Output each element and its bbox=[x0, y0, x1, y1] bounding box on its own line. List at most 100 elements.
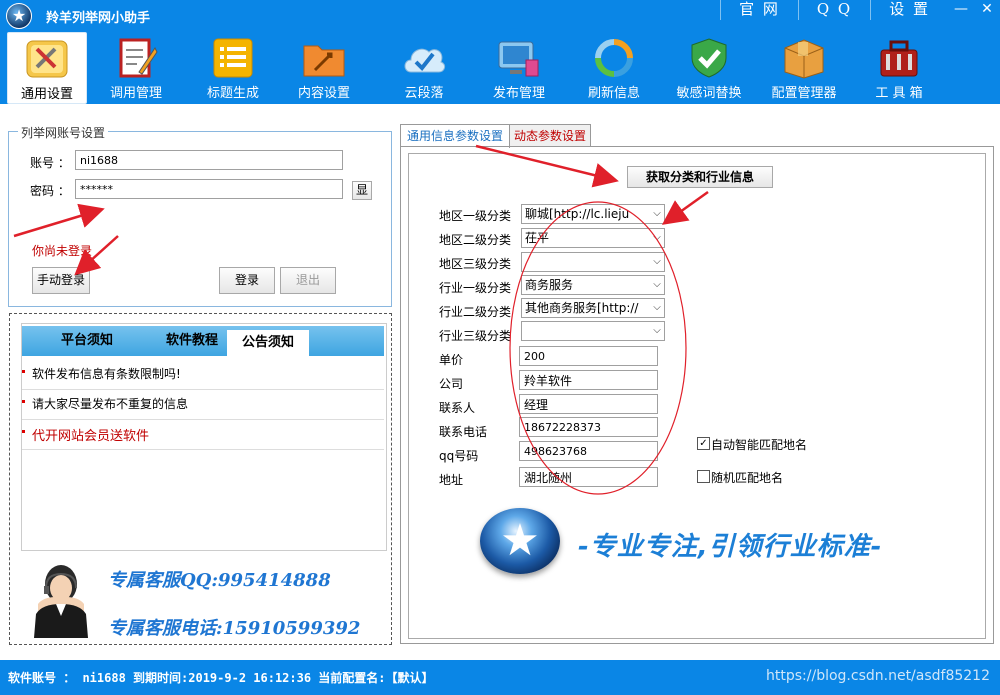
address-input[interactable]: 湖北随州 bbox=[519, 467, 658, 487]
qq-input[interactable]: 498623768 bbox=[519, 441, 658, 461]
main-toolbar: 通用设置 调用管理 标题生成 内容设置 云段落 发布管理 刷新信息 敏感词替换 … bbox=[0, 30, 1000, 104]
login-button[interactable]: 登录 bbox=[219, 267, 275, 294]
tool-title-generate[interactable]: 标题生成 bbox=[194, 32, 272, 102]
logout-button[interactable]: 退出 bbox=[280, 267, 336, 294]
industry-level1-select[interactable]: 商务服务 ⌵ bbox=[521, 275, 665, 295]
tool-sensitive-words[interactable]: 敏感词替换 bbox=[670, 32, 748, 102]
service-phone: 专属客服电话:15910599392 bbox=[108, 618, 361, 639]
field-label: 公司 bbox=[439, 377, 464, 391]
tool-label: 配置管理器 bbox=[771, 86, 837, 101]
random-match-checkbox[interactable] bbox=[697, 470, 710, 483]
industry-level3-select[interactable]: ⌵ bbox=[521, 321, 665, 341]
slogan: -专业专注,引领行业标准- bbox=[578, 532, 883, 562]
region-level1-select[interactable]: 聊城[http://lc.lieju ⌵ bbox=[521, 204, 665, 224]
phone-input[interactable]: 18672228373 bbox=[519, 417, 658, 437]
tab-announcement[interactable]: 公告须知 bbox=[227, 330, 309, 358]
tab-platform-notice[interactable]: 平台须知 bbox=[32, 328, 142, 354]
tab-general-params[interactable]: 通用信息参数设置 bbox=[400, 124, 510, 148]
login-status: 你尚未登录 bbox=[32, 244, 93, 258]
tools-icon bbox=[24, 37, 70, 81]
tool-config-manager[interactable]: 配置管理器 bbox=[765, 32, 843, 102]
minimize-button[interactable]: — bbox=[948, 0, 974, 20]
star-icon: ★ bbox=[11, 6, 27, 25]
show-password-button[interactable]: 显 bbox=[352, 181, 372, 200]
region-level3-select[interactable]: ⌵ bbox=[521, 252, 665, 272]
chevron-down-icon: ⌵ bbox=[650, 253, 664, 271]
qq-link[interactable]: Q Q bbox=[797, 0, 870, 20]
field-label: 联系电话 bbox=[439, 425, 488, 439]
tool-label: 云段落 bbox=[404, 86, 444, 101]
check-icon: ✓ bbox=[699, 438, 708, 449]
bullet-icon bbox=[22, 400, 25, 403]
watermark: https://blog.csdn.net/asdf85212 bbox=[766, 668, 990, 684]
company-input[interactable]: 羚羊软件 bbox=[519, 370, 658, 390]
official-site-link[interactable]: 官 网 bbox=[720, 0, 798, 20]
list-item[interactable]: 软件发布信息有条数限制吗! bbox=[22, 359, 384, 390]
password-label: 密码 ： bbox=[30, 184, 70, 198]
bullet-icon bbox=[22, 430, 25, 433]
region-level2-select[interactable]: 茌平 ⌵ bbox=[521, 228, 665, 248]
folder-icon bbox=[301, 36, 347, 80]
tool-label: 通用设置 bbox=[20, 87, 73, 102]
account-legend: 列举网账号设置 bbox=[18, 124, 109, 141]
list-item[interactable]: 请大家尽量发布不重复的信息 bbox=[22, 389, 384, 420]
chevron-down-icon: ⌵ bbox=[650, 322, 664, 340]
shield-check-icon bbox=[686, 36, 732, 80]
service-qq: 专属客服QQ:995414888 bbox=[108, 570, 331, 591]
field-label: 地区一级分类 bbox=[439, 209, 512, 223]
tool-toolbox[interactable]: 工 具 箱 bbox=[860, 32, 938, 102]
list-item[interactable]: 代开网站会员送软件 bbox=[22, 419, 384, 450]
tool-label: 标题生成 bbox=[206, 86, 259, 101]
field-label: 地址 bbox=[439, 473, 464, 487]
tool-publish-management[interactable]: 发布管理 bbox=[480, 32, 558, 102]
tool-label: 调用管理 bbox=[109, 86, 162, 101]
tool-label: 发布管理 bbox=[492, 86, 545, 101]
fetch-categories-button[interactable]: 获取分类和行业信息 bbox=[627, 166, 773, 188]
refresh-icon bbox=[591, 36, 637, 80]
password-input[interactable]: ****** bbox=[75, 179, 343, 199]
star-icon: ★ bbox=[500, 515, 540, 566]
manual-login-button[interactable]: 手动登录 bbox=[32, 267, 90, 294]
bullet-icon bbox=[22, 370, 25, 373]
price-input[interactable]: 200 bbox=[519, 346, 658, 366]
title-bar: ★ 羚羊列举网小助手 官 网 Q Q 设 置 — ✕ bbox=[0, 0, 1000, 30]
tool-label: 敏感词替换 bbox=[676, 86, 742, 101]
brand-logo: ★ bbox=[480, 508, 560, 574]
username-label: 账号 ： bbox=[30, 156, 70, 170]
chevron-down-icon: ⌵ bbox=[650, 229, 664, 247]
auto-match-label: 自动智能匹配地名 bbox=[711, 438, 808, 452]
auto-match-checkbox[interactable]: ✓ bbox=[697, 437, 710, 450]
tool-refresh-info[interactable]: 刷新信息 bbox=[575, 32, 653, 102]
box-icon bbox=[781, 36, 827, 80]
username-input[interactable]: ni1688 bbox=[75, 150, 343, 170]
title-links: 官 网 Q Q 设 置 — ✕ bbox=[720, 0, 1000, 20]
field-label: 单价 bbox=[439, 353, 464, 367]
random-match-label: 随机匹配地名 bbox=[711, 471, 784, 485]
close-button[interactable]: ✕ bbox=[974, 0, 1000, 20]
field-label: qq号码 bbox=[439, 449, 479, 463]
tool-general-settings[interactable]: 通用设置 bbox=[7, 32, 87, 104]
status-text: 软件账号 ： ni1688 到期时间:2019-9-2 16:12:36 当前配… bbox=[8, 671, 434, 685]
status-bar: 软件账号 ： ni1688 到期时间:2019-9-2 16:12:36 当前配… bbox=[0, 660, 1000, 695]
field-label: 行业三级分类 bbox=[439, 329, 512, 343]
tool-call-management[interactable]: 调用管理 bbox=[97, 32, 175, 102]
chevron-down-icon: ⌵ bbox=[650, 299, 664, 317]
industry-level2-select[interactable]: 其他商务服务[http://⌵ bbox=[521, 298, 665, 318]
tool-label: 刷新信息 bbox=[587, 86, 640, 101]
monitor-icon bbox=[496, 36, 542, 80]
clipboard-pen-icon bbox=[113, 36, 159, 80]
app-logo: ★ bbox=[6, 3, 32, 29]
window-title: 羚羊列举网小助手 bbox=[46, 11, 151, 26]
tool-label: 工 具 箱 bbox=[875, 86, 923, 101]
field-label: 行业一级分类 bbox=[439, 281, 512, 295]
tab-dynamic-params[interactable]: 动态参数设置 bbox=[509, 124, 591, 147]
field-label: 联系人 bbox=[439, 401, 476, 415]
tool-label: 内容设置 bbox=[297, 86, 350, 101]
tool-cloud-paragraph[interactable]: 云段落 bbox=[385, 32, 463, 102]
field-label: 地区二级分类 bbox=[439, 233, 512, 247]
settings-link[interactable]: 设 置 bbox=[870, 0, 948, 20]
list-icon bbox=[210, 36, 256, 80]
contact-input[interactable]: 经理 bbox=[519, 394, 658, 414]
chevron-down-icon: ⌵ bbox=[650, 205, 664, 223]
tool-content-settings[interactable]: 内容设置 bbox=[285, 32, 363, 102]
